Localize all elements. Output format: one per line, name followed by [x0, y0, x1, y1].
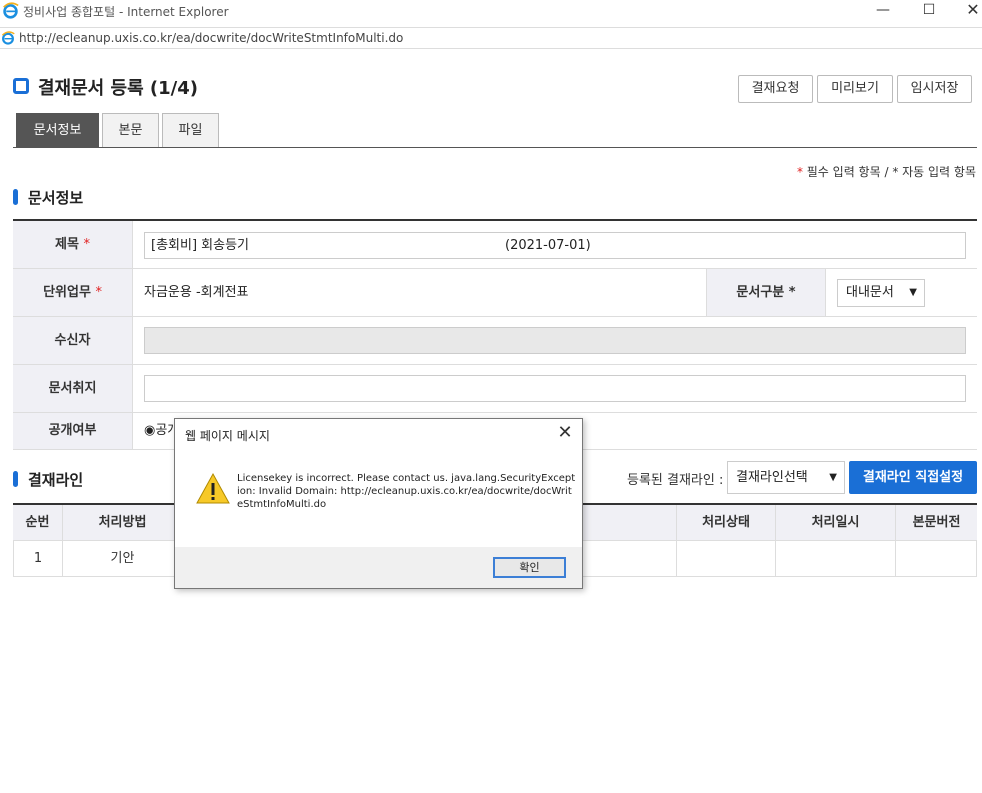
window-title: 정비사업 종합포털 - Internet Explorer: [23, 5, 229, 19]
tab-divider: [13, 147, 977, 148]
unit-task-row: 단위업무 * 자금운용 -회계전표 문서구분 * 대내문서 ▼: [13, 269, 977, 317]
col-datetime: 처리일시: [776, 505, 896, 540]
row-version: [896, 541, 977, 576]
approval-section-title: 결재라인: [28, 471, 84, 489]
subject-input[interactable]: [총회비] 회송등기 (2021-07-01): [144, 232, 966, 259]
url-text: http://ecleanup.uxis.co.kr/ea/docwrite/d…: [19, 31, 404, 45]
col-status: 처리상태: [676, 505, 776, 540]
preview-button[interactable]: 미리보기: [817, 75, 893, 103]
approval-request-button[interactable]: 결재요청: [738, 75, 813, 103]
unit-task-value: 자금운용 -회계전표: [144, 285, 249, 300]
approval-line-select[interactable]: 결재라인선택 ▼: [727, 461, 845, 494]
row-no: 1: [13, 541, 63, 576]
recipient-label: 수신자: [13, 317, 133, 364]
purpose-label: 문서취지: [13, 365, 133, 412]
direct-approval-line-button[interactable]: 결재라인 직접설정: [849, 461, 977, 494]
row-status: [676, 541, 776, 576]
recipient-input: [144, 327, 966, 354]
subject-row: 제목 * [총회비] 회송등기 (2021-07-01): [13, 221, 977, 269]
close-icon[interactable]: ✕: [554, 422, 576, 443]
row-datetime: [776, 541, 896, 576]
doc-info-section-title: 문서정보: [28, 189, 84, 207]
window-titlebar: 정비사업 종합포털 - Internet Explorer — ☐ ✕: [0, 0, 982, 26]
close-window-button[interactable]: ✕: [950, 0, 982, 22]
page-title-icon: [13, 78, 29, 94]
dialog-message: Licensekey is incorrect. Please contact …: [237, 473, 576, 510]
col-no: 순번: [13, 505, 63, 540]
purpose-input[interactable]: [144, 375, 966, 402]
tab-doc-info[interactable]: 문서정보: [16, 113, 99, 147]
recipient-row: 수신자: [13, 317, 977, 365]
tab-body[interactable]: 본문: [102, 113, 159, 147]
required-note: * 필수 입력 항목 / * 자동 입력 항목: [796, 165, 976, 179]
dialog-title: 웹 페이지 메시지: [185, 429, 270, 443]
internet-explorer-icon: [1, 31, 15, 45]
col-method: 처리방법: [63, 505, 183, 540]
maximize-button[interactable]: ☐: [906, 0, 952, 22]
doc-type-label: 문서구분 *: [706, 269, 826, 316]
purpose-row: 문서취지: [13, 365, 977, 413]
unit-task-label: 단위업무 *: [13, 269, 133, 316]
doc-type-select[interactable]: 대내문서 ▼: [837, 279, 925, 307]
subject-label: 제목 *: [13, 221, 133, 268]
public-label: 공개여부: [13, 413, 133, 449]
section-marker: [13, 471, 18, 487]
chevron-down-icon: ▼: [829, 472, 837, 483]
address-bar[interactable]: http://ecleanup.uxis.co.kr/ea/docwrite/d…: [0, 27, 982, 49]
dialog-footer: 확인: [175, 547, 582, 588]
registered-line-label: 등록된 결재라인 :: [627, 473, 724, 488]
section-marker: [13, 189, 18, 205]
ok-button[interactable]: 확인: [493, 557, 566, 578]
tab-file[interactable]: 파일: [162, 113, 219, 147]
col-version: 본문버전: [912, 515, 961, 530]
page-title: 결재문서 등록 (1/4): [38, 78, 198, 99]
internet-explorer-icon: [3, 2, 19, 19]
warning-icon: [196, 472, 230, 504]
minimize-button[interactable]: —: [860, 0, 906, 22]
doc-info-form: 제목 * [총회비] 회송등기 (2021-07-01) 단위업무 * 자금운용…: [13, 219, 977, 450]
chevron-down-icon: ▼: [909, 287, 917, 298]
save-temp-button[interactable]: 임시저장: [897, 75, 972, 103]
web-page-message-dialog: 웹 페이지 메시지 ✕ Licensekey is incorrect. Ple…: [174, 418, 583, 589]
row-method: 기안: [63, 541, 183, 576]
